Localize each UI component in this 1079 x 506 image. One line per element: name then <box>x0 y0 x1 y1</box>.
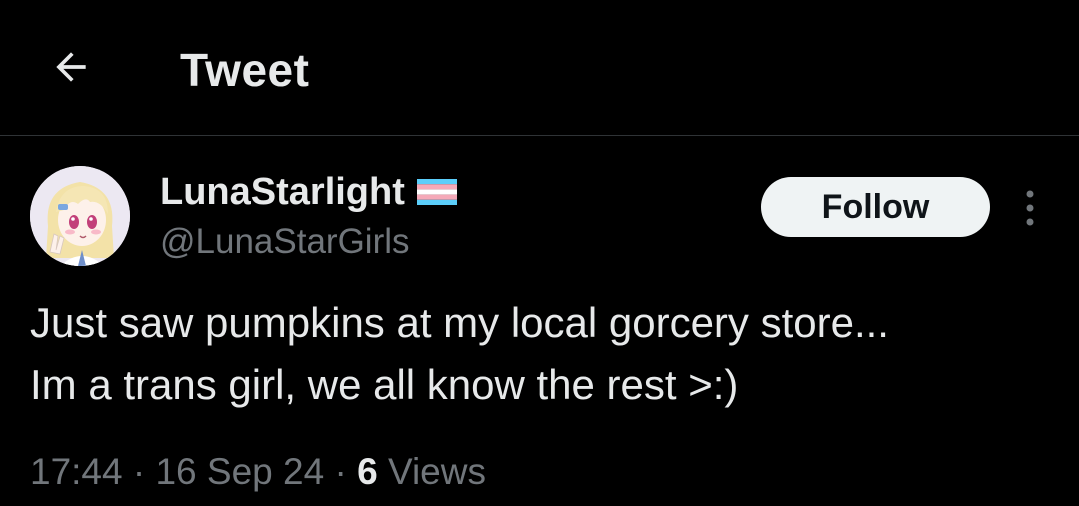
views-count[interactable]: 6 <box>357 451 378 492</box>
meta-separator: · <box>324 451 358 492</box>
more-vertical-icon <box>1024 186 1036 230</box>
more-options-button[interactable] <box>1010 180 1050 236</box>
transgender-flag-icon <box>416 179 457 205</box>
meta-separator: · <box>122 451 156 492</box>
back-button[interactable] <box>36 34 106 104</box>
follow-button[interactable]: Follow <box>761 177 990 237</box>
avatar[interactable] <box>30 166 130 266</box>
author-handle[interactable]: @LunaStarGirls <box>160 220 410 264</box>
tweet-meta: 17:44 · 16 Sep 24 · 6 Views <box>30 446 486 498</box>
arrow-left-icon <box>49 45 93 94</box>
tweet-date[interactable]: 16 Sep 24 <box>155 451 324 492</box>
tweet-text: Just saw pumpkins at my local gorcery st… <box>30 299 889 408</box>
avatar-icon <box>30 166 130 266</box>
author-display-name[interactable]: LunaStarlight <box>160 168 405 216</box>
views-label: Views <box>377 451 486 492</box>
tweet-time[interactable]: 17:44 <box>30 451 123 492</box>
top-bar: Tweet <box>0 0 1079 136</box>
author-name-row: LunaStarlight <box>160 168 457 216</box>
page-title: Tweet <box>180 44 310 96</box>
